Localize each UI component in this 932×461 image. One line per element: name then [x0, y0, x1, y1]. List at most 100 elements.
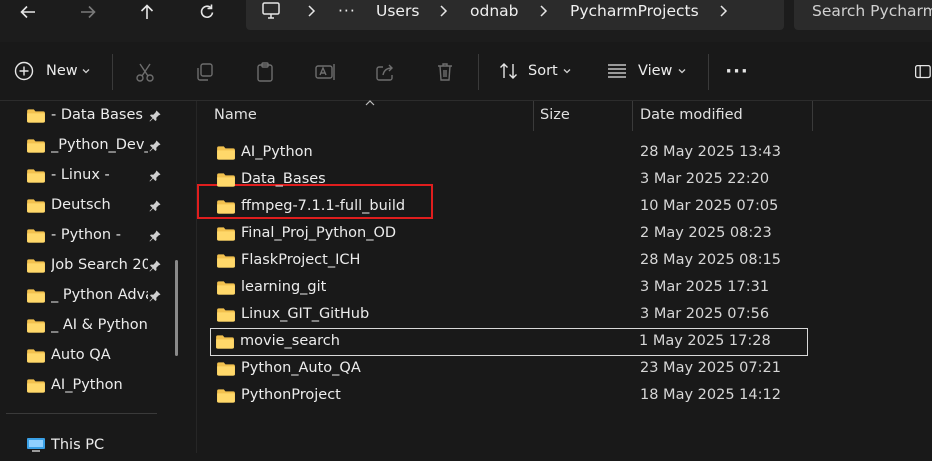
folder-icon	[27, 139, 45, 153]
file-date-modified: 23 May 2025 07:21	[640, 360, 781, 376]
forward-button[interactable]	[68, 0, 108, 24]
view-button-label: View	[638, 63, 673, 79]
sidebar-item[interactable]: Job Search 202	[24, 251, 172, 281]
file-date-modified: 3 Mar 2025 22:20	[640, 171, 770, 187]
breadcrumb-overflow[interactable]: ···	[338, 0, 356, 24]
sidebar-item-this-pc[interactable]: This PC	[24, 431, 172, 461]
file-date-modified: 28 May 2025 08:15	[640, 252, 781, 268]
file-date-modified: 2 May 2025 08:23	[640, 225, 772, 241]
file-row[interactable]: Linux_GIT_GitHub 3 Mar 2025 07:56	[212, 302, 808, 328]
column-divider[interactable]	[533, 101, 534, 131]
folder-icon	[27, 199, 45, 213]
sidebar-item[interactable]: _ AI & Python _	[24, 311, 172, 341]
file-date-modified: 1 May 2025 17:28	[639, 333, 771, 349]
sort-button[interactable]: Sort	[492, 56, 580, 86]
file-row[interactable]: movie_search 1 May 2025 17:28	[210, 328, 808, 356]
details-pane-button[interactable]	[912, 59, 932, 85]
toolbar-divider	[112, 54, 113, 90]
details-pane-icon	[915, 65, 931, 79]
pinned-indicator	[148, 109, 162, 123]
search-input[interactable]: Search Pycharm	[812, 0, 932, 24]
toolbar-divider	[708, 54, 709, 90]
column-header-name[interactable]: Name	[214, 107, 257, 125]
arrow-left-icon	[20, 5, 35, 19]
folder-icon	[27, 259, 45, 273]
sidebar-item[interactable]: - Data Bases -	[24, 101, 172, 131]
sidebar-item[interactable]: Deutsch	[24, 191, 172, 221]
view-button[interactable]: View	[602, 56, 694, 86]
delete-button[interactable]	[432, 59, 458, 85]
file-row[interactable]: FlaskProject_ICH 28 May 2025 08:15	[212, 248, 808, 274]
cut-button[interactable]	[132, 59, 158, 85]
nav-scrollbar[interactable]	[175, 260, 178, 356]
sort-arrows-icon	[500, 63, 517, 79]
more-options-button[interactable]: ···	[722, 56, 752, 86]
file-date-modified: 28 May 2025 13:43	[640, 144, 781, 160]
sidebar-item[interactable]: - Linux -	[24, 161, 172, 191]
copy-button[interactable]	[192, 59, 218, 85]
file-row[interactable]: learning_git 3 Mar 2025 17:31	[212, 275, 808, 301]
sidebar-item[interactable]: AI_Python	[24, 371, 172, 401]
chevron-right-icon	[308, 5, 316, 17]
pin-icon	[149, 260, 161, 272]
file-name: Python_Auto_QA	[241, 360, 361, 376]
file-name: Final_Proj_Python_OD	[241, 225, 397, 241]
folder-icon	[27, 109, 45, 123]
sidebar-item-label: - Linux -	[51, 167, 110, 183]
share-icon	[376, 64, 393, 81]
search-box[interactable]: Search Pycharm	[794, 0, 932, 30]
pinned-indicator	[148, 259, 162, 273]
breadcrumb-pycharmprojects[interactable]: PycharmProjects	[570, 0, 699, 24]
chevron-down-icon	[563, 69, 571, 74]
pinned-indicator	[148, 169, 162, 183]
column-divider[interactable]	[812, 101, 813, 131]
paste-button[interactable]	[252, 59, 278, 85]
sidebar-item-label: - Python -	[51, 227, 121, 243]
arrow-right-icon	[81, 5, 96, 19]
up-button[interactable]	[127, 0, 167, 24]
column-divider[interactable]	[632, 101, 633, 131]
file-name: ffmpeg-7.1.1-full_build	[241, 198, 406, 214]
breadcrumb-odnab[interactable]: odnab	[470, 0, 518, 24]
refresh-button[interactable]	[187, 0, 227, 24]
folder-icon	[217, 362, 235, 376]
file-row[interactable]: Python_Auto_QA 23 May 2025 07:21	[212, 356, 808, 382]
column-header-date-modified[interactable]: Date modified	[640, 107, 743, 125]
file-name: movie_search	[240, 333, 340, 349]
folder-icon	[27, 319, 45, 333]
sidebar-item[interactable]: _ Python Advar	[24, 281, 172, 311]
pin-icon	[149, 290, 161, 302]
chevron-right-icon[interactable]	[716, 2, 730, 20]
pane-divider[interactable]	[196, 101, 197, 453]
navigation-pane: - Data Bases - _Python_Dev_K - Linux - D…	[0, 101, 196, 453]
column-header-size[interactable]: Size	[540, 107, 570, 125]
file-row[interactable]: ffmpeg-7.1.1-full_build 10 Mar 2025 07:0…	[212, 194, 808, 220]
sidebar-item[interactable]: _Python_Dev_K	[24, 131, 172, 161]
computer-icon	[27, 438, 45, 452]
sidebar-item[interactable]: Auto QA	[24, 341, 172, 371]
rename-button[interactable]	[312, 59, 338, 85]
pin-icon	[149, 230, 161, 242]
address-bar[interactable]: ··· Users odnab PycharmProjects	[246, 0, 784, 30]
file-date-modified: 18 May 2025 14:12	[640, 387, 781, 403]
sidebar-item-label: - Data Bases -	[51, 107, 148, 123]
sidebar-item-label: _ AI & Python _	[51, 317, 148, 333]
file-row[interactable]: AI_Python 28 May 2025 13:43	[212, 140, 808, 166]
breadcrumb-users[interactable]: Users	[376, 0, 419, 24]
share-button[interactable]	[372, 59, 398, 85]
new-button[interactable]: New	[8, 56, 98, 86]
file-name: AI_Python	[241, 144, 313, 160]
copy-icon	[197, 63, 213, 81]
file-row[interactable]: Final_Proj_Python_OD 2 May 2025 08:23	[212, 221, 808, 247]
sidebar-item-label: Job Search 202	[51, 257, 148, 273]
file-row[interactable]: Data_Bases 3 Mar 2025 22:20	[212, 167, 808, 193]
sidebar-item[interactable]: - Python -	[24, 221, 172, 251]
file-date-modified: 10 Mar 2025 07:05	[640, 198, 779, 214]
pinned-indicator	[148, 139, 162, 153]
pin-icon	[149, 140, 161, 152]
pinned-indicator	[148, 199, 162, 213]
back-button[interactable]	[8, 0, 48, 24]
file-name: Data_Bases	[241, 171, 326, 187]
file-row[interactable]: PythonProject 18 May 2025 14:12	[212, 383, 808, 409]
pin-icon	[149, 170, 161, 182]
